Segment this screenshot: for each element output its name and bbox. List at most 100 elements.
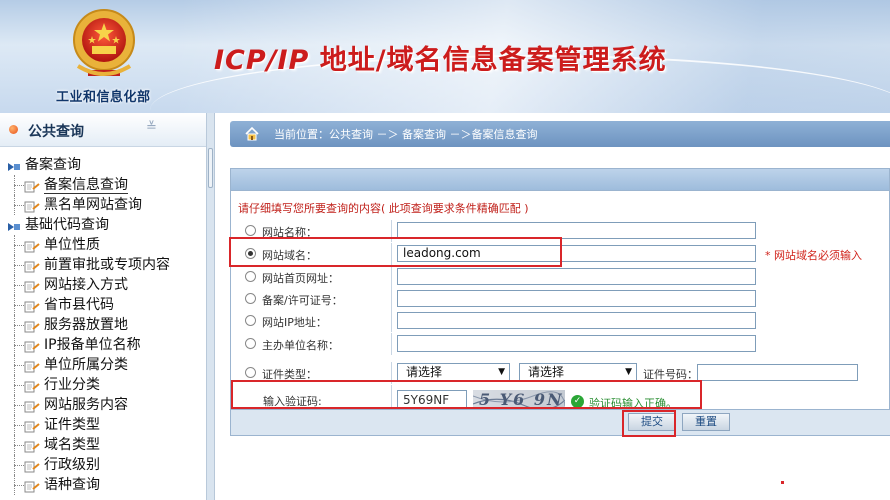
tree-line (14, 445, 24, 446)
sidebar-item-label: 域名类型 (44, 437, 100, 453)
field-label: 网站首页网址： (262, 272, 339, 285)
sidebar-item[interactable]: 省市县代码 (0, 295, 207, 315)
row-separator (391, 288, 392, 310)
splitter-grip[interactable] (208, 148, 213, 188)
sidebar-item[interactable]: 网站接入方式 (0, 275, 207, 295)
sidebar-item[interactable]: 单位所属分类 (0, 355, 207, 375)
radio-button[interactable] (245, 271, 256, 282)
form-row: 网站首页网址： (231, 266, 890, 288)
document-icon (24, 239, 40, 253)
text-field[interactable] (397, 335, 756, 352)
red-dot-mark (781, 481, 784, 484)
text-field[interactable] (397, 312, 756, 329)
document-icon (24, 479, 40, 493)
dropdown-arrow-icon: ▼ (498, 367, 505, 377)
cert-subtype-select[interactable]: 请选择 ▼ (519, 363, 637, 381)
form-row: 备案/许可证号： (231, 288, 890, 310)
document-icon (24, 339, 40, 353)
tree-line (14, 345, 24, 346)
reset-button[interactable]: 重置 (682, 413, 730, 431)
tree-line (14, 405, 24, 406)
sidebar-item[interactable]: 域名类型 (0, 435, 207, 455)
document-icon (24, 319, 40, 333)
document-icon (24, 459, 40, 473)
tree-line (14, 245, 24, 246)
tree-line (14, 425, 24, 426)
sidebar-item-label: IP报备单位名称 (44, 337, 141, 353)
sidebar-item-label: 网站接入方式 (44, 277, 128, 293)
app-window: 工业和信息化部 ICP/IP 地址/域名信息备案管理系统 公共查询 ≚ 备案查询… (0, 0, 890, 500)
document-icon (24, 279, 40, 293)
text-field[interactable] (397, 268, 756, 285)
sidebar: 公共查询 ≚ 备案查询备案信息查询黑名单网站查询基础代码查询单位性质前置审批或专… (0, 113, 207, 500)
radio-button[interactable] (245, 338, 256, 349)
sidebar-item[interactable]: 网站服务内容 (0, 395, 207, 415)
national-emblem-icon (73, 9, 135, 76)
cert-subtype-select-value: 请选择 (528, 365, 565, 379)
sidebar-item[interactable]: 前置审批或专项内容 (0, 255, 207, 275)
document-icon (24, 399, 40, 413)
sidebar-item[interactable]: 行业分类 (0, 375, 207, 395)
document-icon (24, 419, 40, 433)
folder-arrow-icon (7, 219, 21, 231)
sidebar-item[interactable]: 服务器放置地 (0, 315, 207, 335)
radio-button[interactable] (245, 315, 256, 326)
system-title-cn: 地址/域名信息备案管理系统 (309, 45, 667, 76)
radio-cert-type[interactable] (245, 367, 256, 378)
sidebar-item[interactable]: 黑名单网站查询 (0, 195, 207, 215)
cert-type-select-value: 请选择 (406, 365, 443, 379)
field-label: 备案/许可证号： (262, 294, 343, 307)
sidebar-item[interactable]: 行政级别 (0, 455, 207, 475)
highlight-submit-button (622, 410, 676, 437)
form-row: 网站IP地址： (231, 310, 890, 332)
nav-tree: 备案查询备案信息查询黑名单网站查询基础代码查询单位性质前置审批或专项内容 网站接入… (0, 155, 207, 495)
sidebar-item-label: 行政级别 (44, 457, 100, 473)
bullet-icon (9, 125, 18, 134)
dropdown-arrow-icon: ▼ (625, 367, 632, 377)
tree-line (14, 185, 24, 186)
sidebar-item[interactable]: 单位性质 (0, 235, 207, 255)
home-icon[interactable] (244, 126, 260, 142)
sidebar-item-label: 前置审批或专项内容 (44, 257, 170, 273)
tree-line (14, 305, 24, 306)
sidebar-header[interactable]: 公共查询 ≚ (0, 113, 206, 147)
sidebar-splitter[interactable] (207, 113, 215, 500)
collapse-chevron-icon[interactable]: ≚ (146, 120, 157, 135)
sidebar-item[interactable]: 证件类型 (0, 415, 207, 435)
sidebar-item-label: 单位性质 (44, 237, 100, 253)
sidebar-group[interactable]: 备案查询 (0, 155, 207, 175)
tree-line (14, 285, 24, 286)
text-field[interactable] (397, 290, 756, 307)
tree-line (14, 325, 24, 326)
system-title: ICP/IP 地址/域名信息备案管理系统 (214, 38, 667, 77)
ministry-name: 工业和信息化部 (56, 90, 151, 105)
cert-number-field[interactable] (697, 364, 858, 381)
document-icon (24, 259, 40, 273)
sidebar-item[interactable]: 语种查询 (0, 475, 207, 495)
sidebar-item-label: 网站服务内容 (44, 397, 128, 413)
site-header: 工业和信息化部 ICP/IP 地址/域名信息备案管理系统 (0, 0, 890, 113)
cert-type-select[interactable]: 请选择 ▼ (397, 363, 510, 381)
row-separator (391, 310, 392, 332)
sidebar-group[interactable]: 基础代码查询 (0, 215, 207, 235)
sidebar-item-label: 语种查询 (44, 477, 100, 493)
radio-button[interactable] (245, 225, 256, 236)
document-icon (24, 439, 40, 453)
radio-button[interactable] (245, 293, 256, 304)
form-notice: 请仔细填写您所要查询的内容( 此项查询要求条件精确匹配 ) (238, 202, 529, 215)
sidebar-item[interactable]: IP报备单位名称 (0, 335, 207, 355)
field-label: 主办单位名称： (262, 339, 339, 352)
row-separator (391, 266, 392, 288)
required-hint: * 网站域名必须输入 (765, 249, 862, 262)
sidebar-item[interactable]: 备案信息查询 (0, 175, 207, 195)
system-title-latin: ICP/IP (214, 45, 310, 76)
document-icon (24, 299, 40, 313)
document-icon (24, 359, 40, 373)
main-content: 当前位置：公共查询 －＞ 备案查询 －＞备案信息查询 请仔细填写您所要查询的内容… (216, 113, 890, 500)
sidebar-group-label: 备案查询 (25, 157, 81, 173)
document-icon (24, 379, 40, 393)
tree-line (14, 385, 24, 386)
form-topbar (231, 169, 889, 191)
sidebar-item-label: 黑名单网站查询 (44, 197, 142, 213)
document-icon (24, 179, 40, 193)
